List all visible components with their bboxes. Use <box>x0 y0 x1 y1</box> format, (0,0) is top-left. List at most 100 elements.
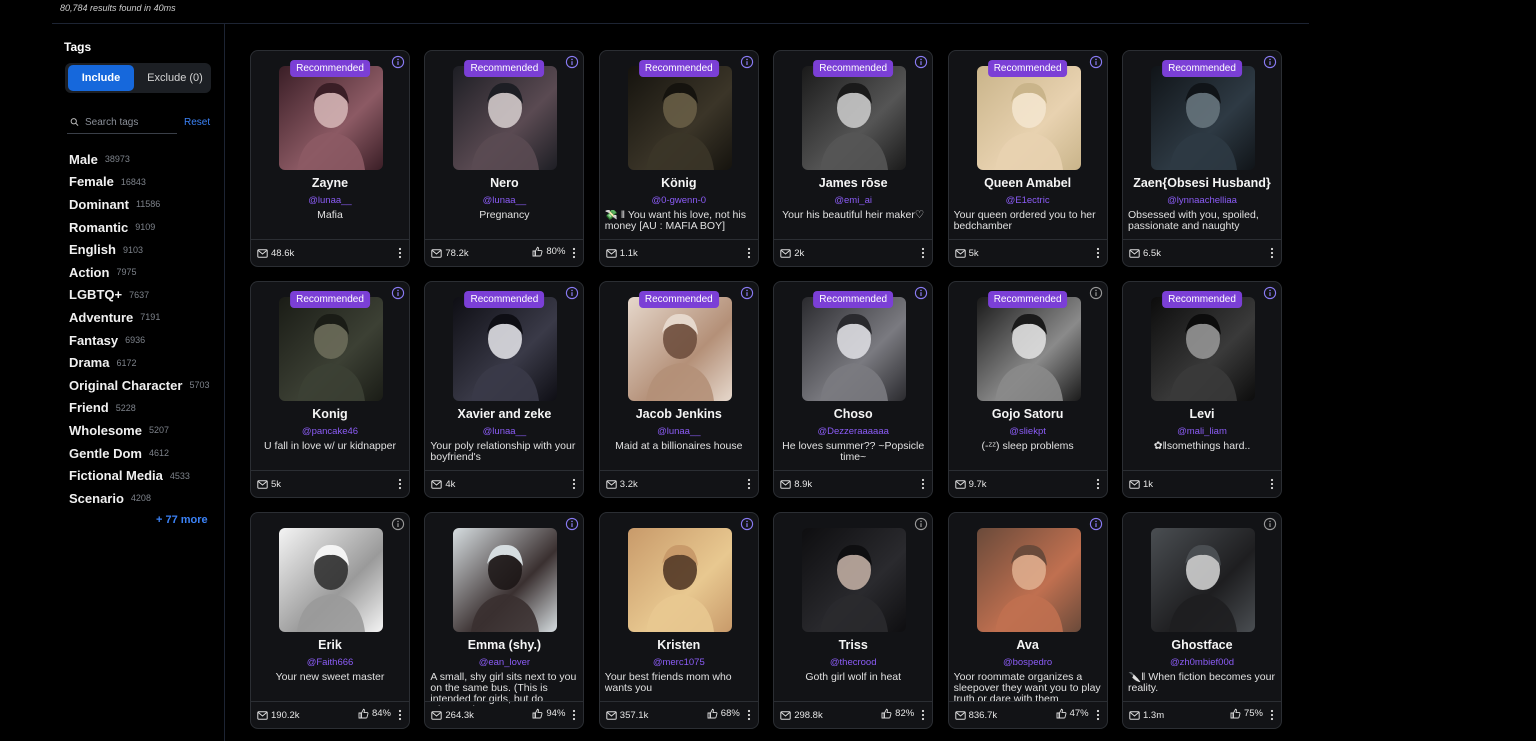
tag-item[interactable]: Action 7975 <box>69 261 209 284</box>
character-card[interactable]: Recommended Gojo Satoru @sliekpt (-ᶻᶻ) slee… <box>947 281 1108 498</box>
character-card[interactable]: Recommended Nero @lunaa__ Pregnancy 78.2k 80% <box>424 50 585 267</box>
character-author[interactable]: @lynnaachelliaa <box>1127 195 1277 206</box>
character-avatar[interactable] <box>627 66 732 170</box>
info-icon[interactable] <box>1089 55 1103 69</box>
character-card[interactable]: Erik @Faith666 Your new sweet master 190.2k… <box>250 512 410 729</box>
character-card[interactable]: Recommended James rōse @emi_ai Your his bea… <box>773 50 934 267</box>
character-card[interactable]: Ghostface @zh0mbief00d 🔪‖ When fiction bec… <box>1122 512 1282 729</box>
character-avatar[interactable] <box>802 297 907 401</box>
info-icon[interactable] <box>1263 55 1277 69</box>
character-author[interactable]: @lunaa__ <box>429 426 579 437</box>
character-avatar[interactable] <box>802 66 907 170</box>
character-card[interactable]: Emma (shy.) @ean_lover A small, shy girl s… <box>424 512 585 729</box>
tag-item[interactable]: English 9103 <box>69 238 209 261</box>
tag-item[interactable]: Original Character 5703 <box>69 374 209 397</box>
character-card[interactable]: Recommended Zaen{Obsesi Husband} @lynnaach… <box>1122 50 1282 267</box>
character-avatar[interactable] <box>279 528 383 632</box>
character-author[interactable]: @sliekpt <box>953 426 1103 437</box>
character-card[interactable]: Recommended Queen Amabel @E1ectric Your que… <box>947 50 1108 267</box>
info-icon[interactable] <box>1089 286 1103 300</box>
character-avatar[interactable] <box>976 528 1081 632</box>
more-options-icon[interactable] <box>918 477 928 491</box>
tag-item[interactable]: Female 16843 <box>69 171 209 194</box>
character-avatar[interactable] <box>802 528 907 632</box>
exclude-button[interactable]: Exclude (0) <box>141 65 209 91</box>
character-avatar[interactable] <box>453 297 558 401</box>
more-options-icon[interactable] <box>395 477 405 491</box>
more-options-icon[interactable] <box>569 246 579 260</box>
more-tags-link[interactable]: + 77 more <box>156 514 208 526</box>
more-options-icon[interactable] <box>1093 477 1103 491</box>
more-options-icon[interactable] <box>1093 246 1103 260</box>
info-icon[interactable] <box>1263 286 1277 300</box>
character-avatar[interactable] <box>627 297 732 401</box>
character-card[interactable]: Kristen @merc1075 Your best friends mom wh… <box>598 512 759 729</box>
character-author[interactable]: @pancake46 <box>255 426 405 437</box>
more-options-icon[interactable] <box>1267 477 1277 491</box>
info-icon[interactable] <box>1089 517 1103 531</box>
character-author[interactable]: @thecrood <box>778 657 928 668</box>
tag-item[interactable]: Fantasy 6936 <box>69 329 209 352</box>
info-icon[interactable] <box>740 517 754 531</box>
info-icon[interactable] <box>1263 517 1277 531</box>
character-card[interactable]: Triss @thecrood Goth girl wolf in heat 298.… <box>773 512 934 729</box>
info-icon[interactable] <box>914 517 928 531</box>
character-author[interactable]: @lunaa__ <box>604 426 754 437</box>
tag-item[interactable]: Scenario 4208 <box>69 487 209 510</box>
character-author[interactable]: @zh0mbief00d <box>1127 657 1277 668</box>
info-icon[interactable] <box>914 286 928 300</box>
more-options-icon[interactable] <box>1267 708 1277 722</box>
tag-item[interactable]: Gentle Dom 4612 <box>69 442 209 465</box>
character-author[interactable]: @Faith666 <box>255 657 405 668</box>
character-author[interactable]: @E1ectric <box>953 195 1103 206</box>
character-card[interactable]: Recommended Xavier and zeke @lunaa__ Your p… <box>424 281 585 498</box>
character-author[interactable]: @merc1075 <box>604 657 754 668</box>
more-options-icon[interactable] <box>569 708 579 722</box>
info-icon[interactable] <box>391 55 405 69</box>
tag-item[interactable]: Male 38973 <box>69 148 209 171</box>
character-author[interactable]: @bospedro <box>953 657 1103 668</box>
more-options-icon[interactable] <box>918 246 928 260</box>
tag-item[interactable]: Adventure 7191 <box>69 306 209 329</box>
info-icon[interactable] <box>565 55 579 69</box>
character-card[interactable]: Ava @bospedro Yoor roommate organizes a sl… <box>947 512 1108 729</box>
character-avatar[interactable] <box>627 528 732 632</box>
more-options-icon[interactable] <box>744 708 754 722</box>
info-icon[interactable] <box>740 55 754 69</box>
character-avatar[interactable] <box>1151 297 1255 401</box>
character-avatar[interactable] <box>279 297 383 401</box>
more-options-icon[interactable] <box>1093 708 1103 722</box>
more-options-icon[interactable] <box>744 246 754 260</box>
character-avatar[interactable] <box>1151 66 1255 170</box>
more-options-icon[interactable] <box>1267 246 1277 260</box>
info-icon[interactable] <box>914 55 928 69</box>
character-avatar[interactable] <box>453 66 558 170</box>
character-avatar[interactable] <box>453 528 558 632</box>
info-icon[interactable] <box>391 517 405 531</box>
more-options-icon[interactable] <box>918 708 928 722</box>
more-options-icon[interactable] <box>569 477 579 491</box>
tag-item[interactable]: Friend 5228 <box>69 397 209 420</box>
reset-button[interactable]: Reset <box>184 117 210 128</box>
character-card[interactable]: Recommended Choso @Dezzeraaaaaa He loves su… <box>773 281 934 498</box>
character-avatar[interactable] <box>976 297 1081 401</box>
search-tags-input[interactable] <box>83 115 177 129</box>
character-author[interactable]: @ean_lover <box>429 657 579 668</box>
tag-item[interactable]: Wholesome 5207 <box>69 419 209 442</box>
character-author[interactable]: @Dezzeraaaaaa <box>778 426 928 437</box>
character-author[interactable]: @lunaa__ <box>429 195 579 206</box>
tag-item[interactable]: Drama 6172 <box>69 351 209 374</box>
character-author[interactable]: @mali_liam <box>1127 426 1277 437</box>
character-avatar[interactable] <box>976 66 1081 170</box>
character-avatar[interactable] <box>1151 528 1255 632</box>
info-icon[interactable] <box>565 286 579 300</box>
more-options-icon[interactable] <box>395 246 405 260</box>
character-card[interactable]: Recommended Levi @mali_liam ✿‖somethings ha… <box>1122 281 1282 498</box>
character-card[interactable]: Recommended König @0-gwenn-0 💸 ‖ You want h… <box>598 50 759 267</box>
character-card[interactable]: Recommended Zayne @lunaa__ Mafia 48.6k <box>250 50 410 267</box>
info-icon[interactable] <box>740 286 754 300</box>
more-options-icon[interactable] <box>744 477 754 491</box>
character-author[interactable]: @0-gwenn-0 <box>604 195 754 206</box>
info-icon[interactable] <box>391 286 405 300</box>
character-author[interactable]: @emi_ai <box>778 195 928 206</box>
